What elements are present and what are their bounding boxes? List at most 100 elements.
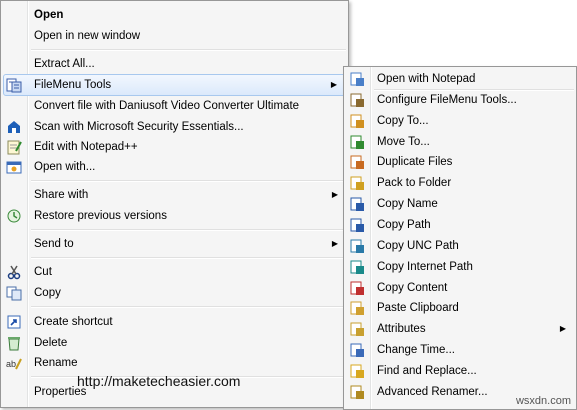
menu-item-label: FileMenu Tools — [34, 79, 112, 91]
copy-name-icon — [350, 197, 364, 212]
menu-item-label: Convert file with Daniusoft Video Conver… — [34, 100, 300, 112]
menu-item-filemenu-tools[interactable]: FileMenu Tools ▶ — [3, 74, 346, 96]
submenu-arrow-icon: ▶ — [330, 80, 337, 89]
submenu-item-label: Attributes — [377, 323, 426, 336]
submenu-item-tools[interactable]: Configure FileMenu Tools... — [346, 90, 574, 110]
svg-text:ab: ab — [6, 359, 16, 369]
submenu-item-label: Copy UNC Path — [377, 239, 459, 252]
submenu-item-label: Pack to Folder — [377, 177, 452, 190]
menu-item-convert-file[interactable]: Convert file with Daniusoft Video Conver… — [3, 96, 346, 116]
menu-separator — [31, 257, 346, 259]
submenu-item-label: Configure FileMenu Tools... — [377, 93, 517, 106]
submenu-item-copy-content[interactable]: Copy Content — [346, 278, 574, 298]
submenu-item-label: Copy To... — [377, 114, 429, 127]
clipboard-icon — [350, 301, 364, 316]
site-watermark: wsxdn.com — [515, 395, 571, 407]
submenu-item-label: Paste Clipboard — [377, 302, 459, 315]
menu-separator — [31, 49, 346, 51]
filemenu-tools-submenu: Open with Notepad Configure FileMenu Tool… — [343, 66, 577, 410]
menu-item-label: Send to — [34, 238, 74, 250]
submenu-arrow-icon: ▶ — [331, 190, 338, 199]
menu-item-restore[interactable]: Restore previous versions — [3, 206, 346, 226]
submenu-item-internet-path[interactable]: Copy Internet Path — [346, 257, 574, 277]
submenu-item-label: Find and Replace... — [377, 364, 477, 377]
submenu-item-folder[interactable]: Pack to Folder — [346, 173, 574, 193]
submenu-item-copy-path[interactable]: Copy Path — [346, 215, 574, 235]
menu-item-edit-notepad[interactable]: Edit with Notepad++ — [3, 137, 346, 157]
submenu-item-label: Open with Notepad — [377, 73, 476, 85]
menu-item-send-to[interactable]: Send to ▶ — [3, 234, 346, 254]
menu-item-share-with[interactable]: Share with ▶ — [3, 185, 346, 205]
submenu-item-clipboard[interactable]: Paste Clipboard — [346, 298, 574, 318]
menu-item-label: Share with — [34, 189, 89, 201]
submenu-item-label: Duplicate Files — [377, 156, 453, 169]
menu-item-label: Rename — [34, 357, 78, 369]
menu-separator — [31, 180, 346, 182]
watermark-url: http://maketecheasier.com — [77, 373, 241, 389]
menu-item-create-shortcut[interactable]: Create shortcut — [3, 312, 346, 332]
menu-item-label: Open — [34, 9, 64, 21]
menu-separator — [374, 88, 574, 91]
submenu-item-clock[interactable]: Change Time... — [346, 340, 574, 360]
shortcut-icon — [7, 315, 21, 329]
rename-icon: ab — [6, 358, 22, 370]
submenu-item-copy-name[interactable]: Copy Name — [346, 194, 574, 214]
menu-item-open-new-window[interactable]: Open in new window — [3, 26, 346, 46]
menu-item-open-with[interactable]: Open with... — [3, 157, 346, 177]
menu-item-label: Copy — [34, 287, 61, 299]
submenu-item-label: Copy Internet Path — [377, 260, 473, 273]
submenu-item-label: Copy Name — [377, 198, 438, 211]
internet-path-icon — [350, 260, 364, 274]
menu-item-delete[interactable]: Delete — [3, 333, 346, 353]
submenu-item-move-to[interactable]: Move To... — [346, 132, 574, 152]
find-replace-icon — [350, 364, 364, 378]
submenu-item-copy-to[interactable]: Copy To... — [346, 111, 574, 131]
notepad-plus-icon — [7, 140, 22, 155]
menu-item-label: Edit with Notepad++ — [34, 141, 138, 153]
menu-item-open[interactable]: Open — [3, 5, 346, 25]
submenu-item-label: Advanced Renamer... — [377, 385, 488, 398]
menu-item-label: Open with... — [34, 161, 96, 173]
attributes-icon — [350, 322, 364, 337]
menu-item-label: Open in new window — [34, 30, 141, 42]
unc-path-icon — [350, 239, 364, 253]
menu-item-label: Delete — [34, 337, 68, 349]
menu-item-label: Create shortcut — [34, 316, 113, 328]
menu-item-scan[interactable]: Scan with Microsoft Security Essentials.… — [3, 117, 346, 137]
open-with-icon — [6, 161, 22, 174]
menu-item-rename[interactable]: ab Rename — [3, 353, 346, 373]
menu-item-label: Restore previous versions — [34, 210, 167, 222]
tools-icon — [350, 93, 364, 107]
submenu-item-label: Move To... — [377, 135, 430, 148]
folder-icon — [350, 176, 364, 191]
filemenu-tools-icon — [6, 78, 22, 93]
submenu-item-find-replace[interactable]: Find and Replace... — [346, 361, 574, 381]
menu-item-cut[interactable]: Cut — [3, 262, 346, 282]
submenu-item-label: Change Time... — [377, 344, 455, 357]
copy-to-icon — [350, 114, 364, 128]
copy-content-icon — [350, 281, 364, 295]
submenu-item-unc-path[interactable]: Copy UNC Path — [346, 236, 574, 256]
clock-icon — [350, 343, 364, 358]
context-menu: Open Open in new window Extract All... F… — [0, 0, 349, 408]
move-to-icon — [350, 135, 364, 149]
menu-item-label: Extract All... — [34, 58, 95, 70]
submenu-item-notepad[interactable]: Open with Notepad — [346, 69, 574, 89]
restore-icon — [7, 209, 21, 223]
submenu-item-attributes[interactable]: Attributes ▶ — [346, 319, 574, 339]
recycle-bin-icon — [8, 337, 20, 351]
security-essentials-icon — [8, 121, 20, 133]
duplicate-icon — [350, 155, 364, 170]
submenu-item-duplicate[interactable]: Duplicate Files — [346, 152, 574, 172]
menu-item-extract-all[interactable]: Extract All... — [3, 54, 346, 74]
menu-item-label: Scan with Microsoft Security Essentials.… — [34, 121, 244, 133]
submenu-arrow-icon: ▶ — [559, 324, 566, 334]
scissors-icon — [7, 265, 21, 280]
copy-path-icon — [350, 218, 364, 232]
menu-item-copy[interactable]: Copy — [3, 283, 346, 303]
menu-separator — [31, 229, 346, 231]
copy-icon — [6, 286, 22, 301]
submenu-item-label: Copy Content — [377, 281, 448, 294]
submenu-item-label: Copy Path — [377, 218, 431, 231]
notepad-icon — [350, 72, 364, 86]
